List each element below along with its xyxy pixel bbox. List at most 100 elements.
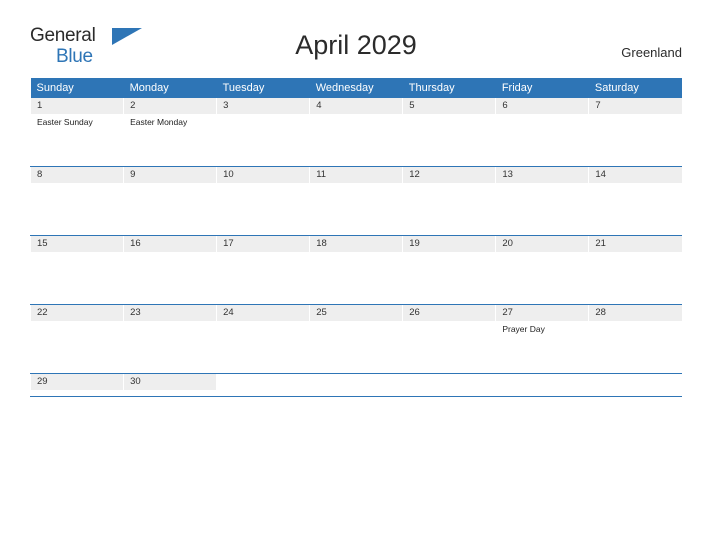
day-events: Easter Sunday	[31, 114, 123, 128]
day-number: 14	[589, 167, 682, 183]
day-events: Easter Monday	[124, 114, 216, 128]
day-number: 30	[124, 374, 217, 390]
day-number	[403, 374, 495, 380]
day-number: 4	[310, 98, 403, 114]
calendar-day-cell[interactable]: 30	[123, 373, 217, 397]
calendar-day-cell[interactable]	[216, 373, 310, 397]
calendar-day-cell[interactable]: 13	[495, 166, 589, 236]
day-box: 19	[403, 236, 496, 304]
calendar-page: General Blue April 2029 Greenland Sunday…	[0, 0, 712, 550]
calendar-day-cell[interactable]: 3	[216, 98, 310, 167]
calendar-day-cell[interactable]: 8	[29, 166, 124, 236]
day-number: 26	[403, 305, 496, 321]
calendar-day-cell[interactable]	[309, 373, 403, 397]
day-box: 21	[589, 236, 682, 304]
day-box: 18	[310, 236, 403, 304]
calendar-day-cell[interactable]: 2 Easter Monday	[123, 98, 217, 167]
calendar-week-row: 8 9 10 11 12 13 14	[29, 166, 682, 236]
day-box: 30	[124, 374, 217, 396]
calendar-day-cell[interactable]: 24	[216, 304, 310, 374]
day-box: 20	[496, 236, 589, 304]
calendar-week-row: 1 Easter Sunday 2 Easter Monday 3 4 5 6 7	[29, 98, 682, 167]
day-number: 28	[589, 305, 682, 321]
calendar-day-cell[interactable]: 19	[402, 235, 496, 305]
calendar-week-row: 22 23 24 25 26 27 Prayer Day 28	[29, 304, 682, 374]
calendar-day-cell[interactable]	[495, 373, 589, 397]
page-title: April 2029	[295, 30, 417, 60]
day-number: 23	[124, 305, 217, 321]
calendar-day-cell[interactable]: 17	[216, 235, 310, 305]
page-header: General Blue April 2029 Greenland	[0, 0, 712, 66]
day-box: 16	[124, 236, 217, 304]
weekday-header-thursday: Thursday	[402, 78, 496, 98]
calendar-day-cell[interactable]: 25	[309, 304, 403, 374]
day-number: 21	[589, 236, 682, 252]
calendar-day-cell[interactable]: 9	[123, 166, 217, 236]
day-number: 7	[589, 98, 682, 114]
day-box: 7	[589, 98, 682, 166]
day-box	[496, 374, 588, 396]
day-number: 15	[31, 236, 124, 252]
day-number: 20	[496, 236, 589, 252]
calendar-day-cell[interactable]: 7	[588, 98, 682, 167]
calendar-day-cell[interactable]: 5	[402, 98, 496, 167]
day-box: 11	[310, 167, 403, 235]
calendar-day-cell[interactable]: 29	[29, 373, 124, 397]
day-box: 27 Prayer Day	[496, 305, 589, 373]
calendar-day-cell[interactable]: 12	[402, 166, 496, 236]
calendar-day-cell[interactable]: 23	[123, 304, 217, 374]
day-box: 5	[403, 98, 496, 166]
day-number: 10	[217, 167, 310, 183]
calendar-table: Sunday Monday Tuesday Wednesday Thursday…	[29, 78, 682, 397]
day-box: 3	[217, 98, 310, 166]
calendar-day-cell[interactable]: 20	[495, 235, 589, 305]
calendar-day-cell[interactable]: 4	[309, 98, 403, 167]
calendar-day-cell[interactable]: 1 Easter Sunday	[29, 98, 124, 167]
weekday-header-monday: Monday	[123, 78, 217, 98]
day-number: 11	[310, 167, 403, 183]
calendar-day-cell[interactable]: 18	[309, 235, 403, 305]
calendar-day-cell[interactable]: 27 Prayer Day	[495, 304, 589, 374]
day-box	[403, 374, 495, 396]
calendar-day-cell[interactable]	[588, 373, 682, 397]
day-box: 10	[217, 167, 310, 235]
calendar-day-cell[interactable]: 22	[29, 304, 124, 374]
day-number: 9	[124, 167, 217, 183]
calendar-day-cell[interactable]: 6	[495, 98, 589, 167]
day-box	[310, 374, 402, 396]
weekday-header-tuesday: Tuesday	[216, 78, 310, 98]
calendar-day-cell[interactable]: 11	[309, 166, 403, 236]
weekday-header-friday: Friday	[495, 78, 589, 98]
day-number: 1	[31, 98, 124, 114]
day-box: 23	[124, 305, 217, 373]
day-events: Prayer Day	[496, 321, 588, 335]
day-box: 25	[310, 305, 403, 373]
day-box: 28	[589, 305, 682, 373]
calendar-day-cell[interactable]: 28	[588, 304, 682, 374]
calendar-day-cell[interactable]: 14	[588, 166, 682, 236]
region-label: Greenland	[621, 45, 682, 60]
day-number: 2	[124, 98, 217, 114]
calendar-day-cell[interactable]: 15	[29, 235, 124, 305]
calendar-day-cell[interactable]: 16	[123, 235, 217, 305]
day-number	[496, 374, 588, 380]
day-number	[217, 374, 309, 380]
calendar-day-cell[interactable]: 10	[216, 166, 310, 236]
day-number: 29	[31, 374, 124, 390]
calendar-body: 1 Easter Sunday 2 Easter Monday 3 4 5 6 7 8 9 10 11 1…	[29, 98, 682, 397]
calendar-day-cell[interactable]	[402, 373, 496, 397]
day-box: 12	[403, 167, 496, 235]
event-label: Easter Sunday	[37, 117, 93, 127]
day-number: 3	[217, 98, 310, 114]
day-number: 12	[403, 167, 496, 183]
day-box: 6	[496, 98, 589, 166]
day-number: 24	[217, 305, 310, 321]
calendar-day-cell[interactable]: 21	[588, 235, 682, 305]
day-number: 17	[217, 236, 310, 252]
calendar-day-cell[interactable]: 26	[402, 304, 496, 374]
day-box: 9	[124, 167, 217, 235]
weekday-header-sunday: Sunday	[30, 78, 124, 98]
day-box: 26	[403, 305, 496, 373]
day-box: 14	[589, 167, 682, 235]
calendar-week-row: 29 30	[29, 373, 682, 397]
